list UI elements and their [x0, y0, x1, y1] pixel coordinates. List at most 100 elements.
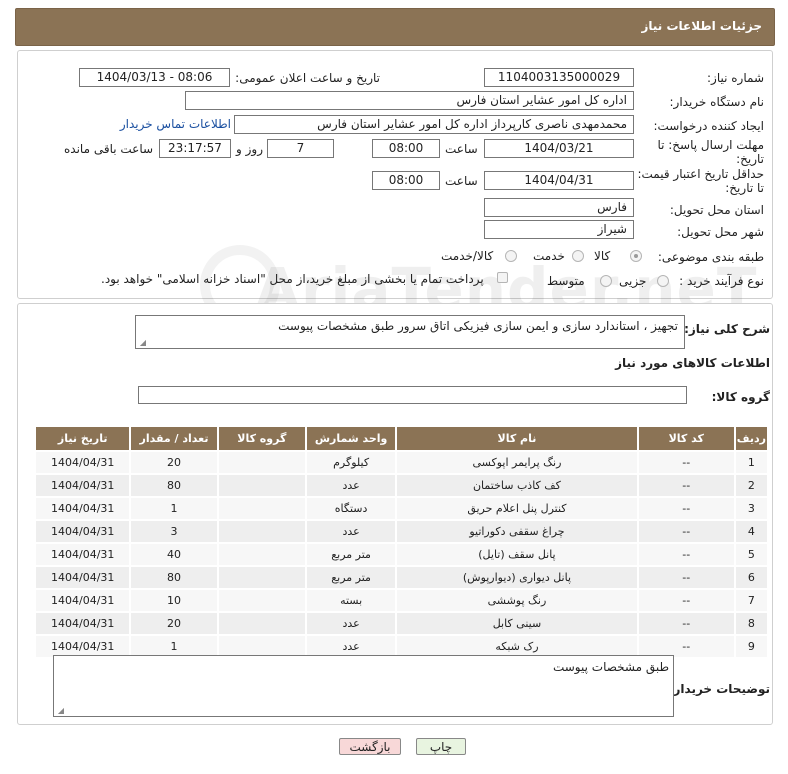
- reply-date-field: 1404/03/21: [484, 139, 634, 158]
- cell-goods-name: کنترل پنل اعلام حریق: [395, 496, 639, 521]
- reply-time-label: ساعت: [445, 142, 478, 156]
- cell-unit: بسته: [305, 588, 398, 613]
- city-field: شیراز: [484, 220, 634, 239]
- table-row: 1 -- رنگ پرایمر اپوکسی کیلوگرم 20 1404/04/31: [33, 450, 770, 475]
- category-radio-goods[interactable]: [630, 250, 642, 262]
- cell-need-date: 1404/04/31: [33, 496, 132, 521]
- description-field[interactable]: تجهیز ، استاندارد سازی و ایمن سازی فیزیک…: [135, 315, 685, 349]
- cell-goods-code: --: [636, 450, 736, 475]
- treasury-payment-note: پرداخت تمام یا بخشی از مبلغ خرید،از محل …: [101, 272, 484, 286]
- cell-goods-code: --: [636, 565, 736, 590]
- cell-quantity: 80: [129, 565, 219, 590]
- treasury-payment-checkbox[interactable]: [497, 272, 508, 283]
- cell-unit: دستگاه: [305, 496, 398, 521]
- page-title: جزئیات اطلاعات نیاز: [641, 19, 762, 33]
- table-row: 3 -- کنترل پنل اعلام حریق دستگاه 1 1404/04/31: [33, 496, 770, 521]
- remaining-time-label: ساعت باقی مانده: [64, 142, 154, 156]
- table-row: 6 -- پانل دیواری (دیوارپوش) متر مربع 80 1404/…: [33, 565, 770, 590]
- cell-quantity: 20: [129, 611, 219, 636]
- table-header-row: ردیف کد کالا نام کالا واحد شمارش گروه کا…: [33, 425, 770, 452]
- back-button[interactable]: بازگشت: [339, 738, 401, 755]
- cell-goods-name: کف کاذب ساختمان: [395, 473, 639, 498]
- cell-goods-name: پانل سقف (تایل): [395, 542, 639, 567]
- province-field: فارس: [484, 198, 634, 217]
- cell-quantity: 40: [129, 542, 219, 567]
- cell-row-number: 1: [733, 450, 770, 475]
- days-field: 7: [267, 139, 334, 158]
- province-label: استان محل تحویل:: [669, 203, 764, 217]
- category-radio-goods-service[interactable]: [505, 250, 517, 262]
- cell-row-number: 9: [733, 634, 770, 659]
- col-header-row-number: ردیف: [733, 425, 770, 452]
- col-header-goods-name: نام کالا: [395, 425, 639, 452]
- cell-goods-group: [216, 611, 308, 636]
- buyer-org-field: اداره کل امور عشایر استان فارس: [185, 91, 634, 110]
- category-option-goods: کالا: [594, 249, 611, 263]
- reply-time-field: 08:00: [372, 139, 440, 158]
- resize-handle-icon[interactable]: ◢: [138, 338, 146, 347]
- days-label: روز و: [236, 142, 263, 156]
- process-radio-minor[interactable]: [657, 275, 669, 287]
- cell-goods-code: --: [636, 588, 736, 613]
- reply-deadline-label: مهلت ارسال پاسخ: تا تاریخ:: [657, 138, 764, 166]
- process-option-minor: جزیی: [619, 274, 647, 288]
- cell-goods-group: [216, 450, 308, 475]
- cell-goods-code: --: [636, 611, 736, 636]
- cell-goods-name: سینی کابل: [395, 611, 639, 636]
- category-radio-service[interactable]: [572, 250, 584, 262]
- cell-row-number: 8: [733, 611, 770, 636]
- col-header-need-date: تاریخ نیاز: [33, 425, 132, 452]
- cell-quantity: 10: [129, 588, 219, 613]
- buyer-notes-label: توضیحات خریدار:: [668, 682, 770, 696]
- cell-unit: کیلوگرم: [305, 450, 398, 475]
- cell-unit: متر مربع: [305, 565, 398, 590]
- col-header-quantity: تعداد / مقدار: [129, 425, 219, 452]
- validity-time-label: ساعت: [445, 174, 478, 188]
- cell-unit: عدد: [305, 519, 398, 544]
- resize-handle-icon[interactable]: ◢: [56, 706, 64, 715]
- announce-datetime-label: تاریخ و ساعت اعلان عمومی:: [235, 71, 380, 85]
- goods-table: ردیف کد کالا نام کالا واحد شمارش گروه کا…: [33, 425, 770, 659]
- cell-goods-group: [216, 496, 308, 521]
- cell-goods-code: --: [636, 473, 736, 498]
- description-label: شرح کلی نیاز:: [684, 322, 770, 336]
- cell-need-date: 1404/04/31: [33, 450, 132, 475]
- buyer-org-label: نام دستگاه خریدار:: [669, 95, 765, 109]
- creator-field: محمدمهدی ناصری کارپرداز اداره کل امور عش…: [234, 115, 634, 134]
- cell-need-date: 1404/04/31: [33, 519, 132, 544]
- cell-goods-group: [216, 565, 308, 590]
- remaining-time-field: 23:17:57: [159, 139, 231, 158]
- cell-quantity: 80: [129, 473, 219, 498]
- cell-row-number: 2: [733, 473, 770, 498]
- category-label: طبقه بندی موضوعی:: [657, 250, 764, 264]
- category-option-goods-service: کالا/خدمت: [441, 249, 494, 263]
- need-number-label: شماره نیاز:: [707, 71, 764, 85]
- cell-row-number: 7: [733, 588, 770, 613]
- print-button[interactable]: چاپ: [416, 738, 466, 755]
- cell-unit: عدد: [305, 611, 398, 636]
- cell-goods-name: چراغ سقفی دکوراتیو: [395, 519, 639, 544]
- description-text: تجهیز ، استاندارد سازی و ایمن سازی فیزیک…: [278, 319, 678, 333]
- cell-unit: عدد: [305, 473, 398, 498]
- cell-goods-group: [216, 473, 308, 498]
- buyer-notes-field[interactable]: طبق مشخصات پیوست ◢: [53, 655, 674, 717]
- table-row: 4 -- چراغ سقفی دکوراتیو عدد 3 1404/04/31: [33, 519, 770, 544]
- col-header-unit: واحد شمارش: [305, 425, 398, 452]
- cell-goods-group: [216, 519, 308, 544]
- page-header: جزئیات اطلاعات نیاز: [15, 8, 775, 46]
- col-header-goods-code: کد کالا: [636, 425, 736, 452]
- cell-quantity: 20: [129, 450, 219, 475]
- category-option-service: خدمت: [533, 249, 565, 263]
- buyer-contact-link[interactable]: اطلاعات تماس خریدار: [120, 117, 231, 131]
- cell-need-date: 1404/04/31: [33, 542, 132, 567]
- city-label: شهر محل تحویل:: [677, 225, 764, 239]
- cell-need-date: 1404/04/31: [33, 473, 132, 498]
- col-header-goods-group: گروه کالا: [216, 425, 308, 452]
- cell-need-date: 1404/04/31: [33, 565, 132, 590]
- cell-goods-group: [216, 588, 308, 613]
- price-validity-label: حداقل تاریخ اعتبار قیمت: تا تاریخ:: [637, 167, 764, 195]
- need-number-field: 1104003135000029: [484, 68, 634, 87]
- process-type-label: نوع فرآیند خرید :: [679, 274, 764, 288]
- announce-datetime-field: 1404/03/13 - 08:06: [79, 68, 230, 87]
- process-radio-medium[interactable]: [600, 275, 612, 287]
